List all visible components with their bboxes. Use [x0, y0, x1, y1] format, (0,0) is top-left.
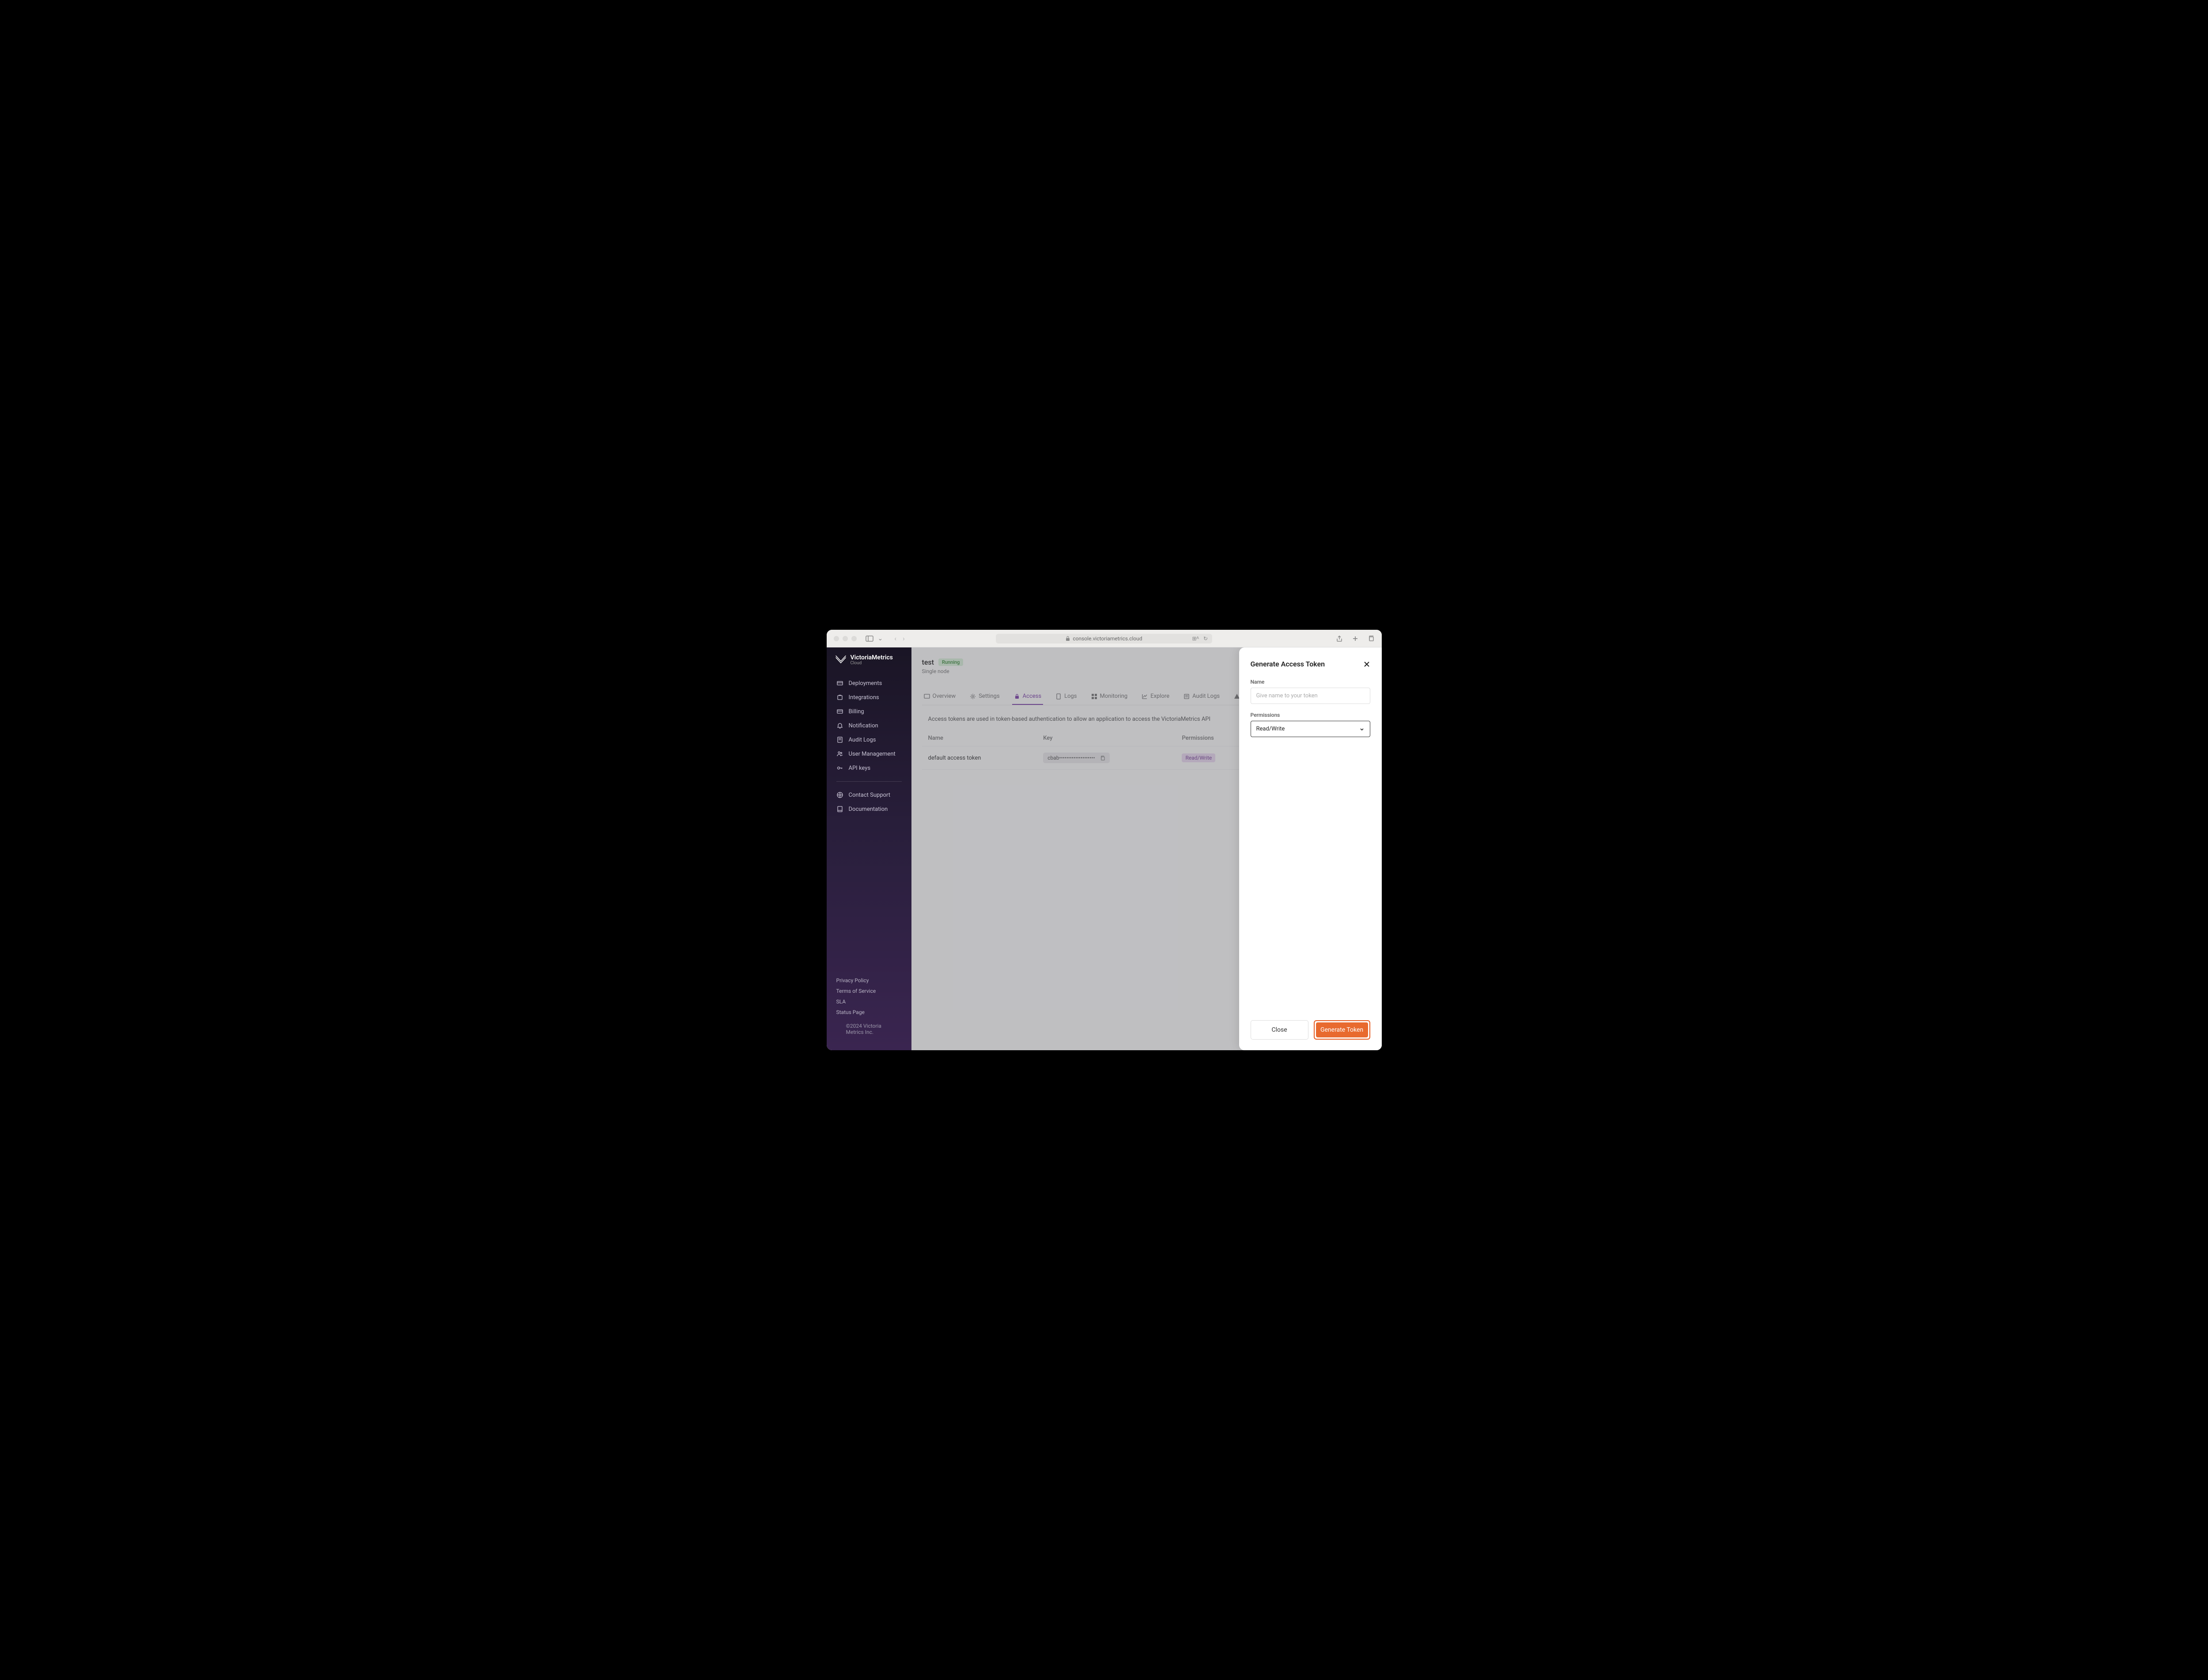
sidebar-item-contact-support[interactable]: Contact Support — [832, 788, 906, 802]
sidebar-toggle-icon[interactable] — [866, 636, 873, 642]
app-body: VictoriaMetrics Cloud Deployments Integr… — [827, 647, 1382, 1050]
select-value: Read/Write — [1256, 726, 1285, 732]
share-icon[interactable] — [1336, 635, 1343, 642]
generate-button-highlight: Generate Token — [1314, 1020, 1370, 1040]
generate-token-drawer: Generate Access Token Name Permissions R… — [1239, 647, 1382, 1050]
sidebar-item-api-keys[interactable]: API keys — [832, 761, 906, 775]
nav-label: Audit Logs — [849, 737, 876, 743]
drawer-header: Generate Access Token — [1251, 660, 1370, 668]
traffic-minimize[interactable] — [843, 636, 848, 641]
users-icon — [836, 750, 843, 757]
nav-label: Documentation — [849, 806, 888, 813]
reload-icon[interactable]: ↻ — [1203, 636, 1208, 642]
url-bar[interactable]: console.victoriametrics.cloud ⊞ᴬ ↻ — [996, 634, 1212, 643]
audit-logs-icon — [836, 736, 843, 743]
token-name-input[interactable] — [1251, 688, 1370, 704]
nav-label: Contact Support — [849, 792, 891, 798]
logo-name: VictoriaMetrics — [851, 654, 893, 661]
sidebar-item-documentation[interactable]: Documentation — [832, 802, 906, 816]
billing-icon — [836, 708, 843, 715]
new-tab-icon[interactable] — [1352, 635, 1359, 642]
close-button[interactable]: Close — [1251, 1020, 1308, 1040]
url-actions: ⊞ᴬ ↻ — [1192, 636, 1208, 642]
browser-chrome: ⌄ ‹ › console.victoriametrics.cloud ⊞ᴬ ↻ — [827, 630, 1382, 647]
sidebar-item-user-management[interactable]: User Management — [832, 747, 906, 761]
bell-icon — [836, 722, 843, 729]
chevron-down-icon — [1359, 726, 1365, 732]
sidebar-item-integrations[interactable]: Integrations — [832, 690, 906, 704]
traffic-close[interactable] — [834, 636, 839, 641]
nav-label: Notification — [849, 723, 878, 729]
browser-window: ⌄ ‹ › console.victoriametrics.cloud ⊞ᴬ ↻ — [827, 630, 1382, 1050]
nav-label: API keys — [849, 765, 871, 772]
nav-label: Integrations — [849, 694, 879, 701]
close-icon[interactable] — [1363, 661, 1370, 668]
url-text: console.victoriametrics.cloud — [1073, 636, 1142, 642]
chevron-down-icon[interactable]: ⌄ — [876, 634, 885, 643]
permissions-select[interactable]: Read/Write — [1251, 721, 1370, 737]
integrations-icon — [836, 694, 843, 701]
footer-sla[interactable]: SLA — [836, 996, 902, 1007]
traffic-maximize[interactable] — [851, 636, 857, 641]
generate-token-button[interactable]: Generate Token — [1316, 1022, 1368, 1037]
support-icon — [836, 791, 843, 798]
support-list: Contact Support Documentation — [827, 788, 911, 816]
nav-arrows: ‹ › — [894, 634, 905, 643]
sidebar-item-notification[interactable]: Notification — [832, 719, 906, 733]
copyright: ©2024 Victoria Metrics Inc. — [836, 1018, 902, 1035]
nav-divider — [836, 781, 902, 782]
book-icon — [836, 806, 843, 813]
lock-icon — [1066, 636, 1070, 641]
nav-label: User Management — [849, 751, 896, 757]
sidebar: VictoriaMetrics Cloud Deployments Integr… — [827, 647, 911, 1050]
key-icon — [836, 764, 843, 772]
nav-label: Deployments — [849, 680, 882, 687]
footer-links: Privacy Policy Terms of Service SLA Stat… — [827, 975, 911, 1043]
tabs-icon[interactable] — [1368, 635, 1375, 642]
traffic-lights — [834, 636, 857, 641]
translate-icon[interactable]: ⊞ᴬ — [1192, 636, 1199, 642]
back-button[interactable]: ‹ — [894, 634, 896, 643]
logo-sub: Cloud — [851, 661, 893, 666]
footer-terms[interactable]: Terms of Service — [836, 986, 902, 996]
sidebar-item-deployments[interactable]: Deployments — [832, 676, 906, 690]
chrome-right-group — [1336, 635, 1375, 642]
permissions-label: Permissions — [1251, 712, 1370, 718]
footer-privacy[interactable]: Privacy Policy — [836, 975, 902, 986]
footer-status[interactable]: Status Page — [836, 1007, 902, 1018]
sidebar-item-billing[interactable]: Billing — [832, 704, 906, 719]
sidebar-item-audit-logs[interactable]: Audit Logs — [832, 733, 906, 747]
sidebar-toggle-group: ⌄ — [866, 634, 885, 643]
nav-list: Deployments Integrations Billing Notific… — [827, 676, 911, 775]
logo[interactable]: VictoriaMetrics Cloud — [827, 655, 911, 676]
deployments-icon — [836, 680, 843, 687]
drawer-footer: Close Generate Token — [1251, 1020, 1370, 1040]
drawer-title: Generate Access Token — [1251, 660, 1325, 668]
nav-label: Billing — [849, 708, 864, 715]
logo-icon — [835, 655, 847, 666]
name-label: Name — [1251, 679, 1370, 685]
forward-button[interactable]: › — [903, 634, 905, 643]
